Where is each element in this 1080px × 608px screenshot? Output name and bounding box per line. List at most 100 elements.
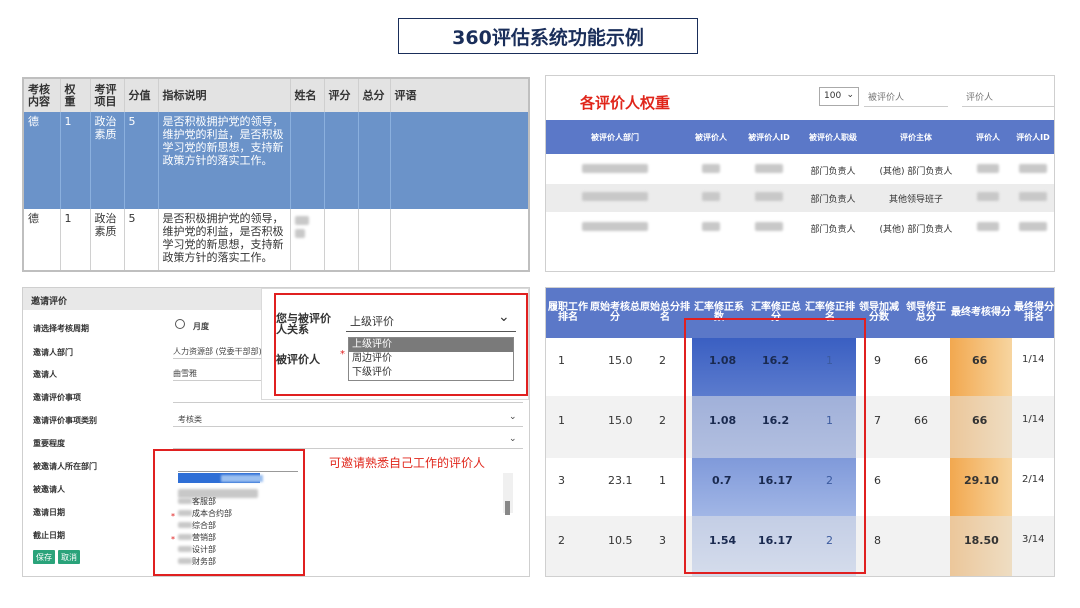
weights-heading: 各评价人权重 — [580, 94, 671, 112]
col-header-evaluatee-id[interactable]: 被评价人ID — [738, 132, 800, 143]
evaluator-search-input[interactable] — [962, 87, 1054, 107]
cell-comment[interactable] — [390, 112, 528, 209]
col-header-weight[interactable]: 权重 — [60, 79, 91, 112]
cell-score: 5 — [124, 112, 159, 209]
col-header-rating[interactable]: 评分 — [324, 79, 359, 112]
cell-rank: 部门负责人 — [810, 194, 856, 205]
table-row[interactable]: 部门负责人 (其他) 部门负责人 — [546, 156, 1054, 184]
cell-evaluatee-id — [738, 164, 800, 176]
cell-raw-total: 15.0 — [608, 414, 633, 427]
cell-total — [358, 112, 391, 209]
col-header-evaluator-id[interactable]: 评价人ID — [1010, 132, 1054, 143]
col-header-evaluator[interactable]: 评价人 — [966, 132, 1010, 143]
cell-evaluator-id — [1010, 164, 1054, 176]
evaluatee-search-input[interactable] — [864, 87, 948, 107]
matter-input[interactable] — [173, 402, 523, 403]
scoring-table-panel: 考核内容 权重 考评项目 分值 指标说明 姓名 评分 总分 评语 德 1 政治素… — [22, 77, 530, 272]
cell-final-score: 29.10 — [964, 474, 999, 487]
scoring-table: 考核内容 权重 考评项目 分值 指标说明 姓名 评分 总分 评语 德 1 政治素… — [24, 79, 528, 270]
annotation-text: 可邀请熟悉自己工作的评价人 — [329, 456, 486, 470]
cell-evaluator-id — [1010, 222, 1054, 234]
col-header-final-score[interactable]: 最终考核得分 — [950, 288, 1012, 338]
form-header: 邀请评价 — [23, 288, 263, 310]
cell-final-rank: 1/14 — [1022, 354, 1045, 365]
invite-evaluation-form: 邀请评价 请选择考核周期 邀请人部门 邀请人 邀请评价事项 邀请评价事项类别 重… — [22, 287, 530, 577]
col-header-score[interactable]: 分值 — [124, 79, 159, 112]
col-header-leader-total[interactable]: 领导修正总分 — [902, 288, 950, 338]
chevron-down-icon[interactable]: ⌄ — [509, 412, 517, 422]
col-header-duty-rank[interactable]: 履职工作排名 — [546, 288, 590, 338]
cancel-button[interactable]: 取消 — [58, 550, 80, 564]
col-header-evaluatee[interactable]: 被评价人 — [684, 132, 738, 143]
chevron-down-icon: ⌄ — [846, 90, 854, 100]
col-header-evaluatee-dept[interactable]: 被评价人部门 — [546, 132, 684, 143]
highlight-box-corrected — [684, 318, 866, 574]
cell-leader-adj: 6 — [874, 474, 881, 487]
cell-raw-rank: 3 — [659, 534, 666, 547]
col-header-total[interactable]: 总分 — [358, 79, 391, 112]
col-header-content[interactable]: 考核内容 — [24, 79, 61, 112]
cell-evaluatee — [684, 164, 738, 176]
cell-rating[interactable] — [324, 209, 359, 270]
cell-final-score: 18.50 — [964, 534, 999, 547]
cell-duty-rank: 3 — [558, 474, 565, 487]
cell-evaluatee-id — [738, 222, 800, 234]
highlight-box-relation — [274, 293, 528, 396]
col-header-final-rank[interactable]: 最终得分排名 — [1012, 288, 1054, 338]
cell-rank: 部门负责人 — [810, 166, 856, 177]
cell-duty-rank: 1 — [558, 414, 565, 427]
cell-leader-adj: 8 — [874, 534, 881, 547]
cell-raw-rank: 1 — [659, 474, 666, 487]
label-matter: 邀请评价事项 — [33, 393, 81, 402]
chevron-down-icon[interactable]: ⌄ — [509, 434, 517, 444]
page-size-select[interactable]: 100 ⌄ — [819, 87, 859, 106]
cell-duty-rank: 2 — [558, 534, 565, 547]
cell-weight: 1 — [60, 112, 91, 209]
cell-weight: 1 — [60, 209, 91, 270]
cell-name — [290, 209, 325, 270]
col-header-raw-rank[interactable]: 原始总分排名 — [640, 288, 690, 338]
cell-desc: 是否积极拥护党的领导，维护党的利益，是否积极学习党的新思想，支持新政策方针的落实… — [158, 112, 291, 209]
label-inviter: 邀请人 — [33, 370, 57, 379]
score-computation-panel: 履职工作排名 原始考核总分 原始总分排名 汇率修正系数 汇率修正总分 汇率修正排… — [545, 287, 1055, 577]
table-row[interactable]: 部门负责人 (其他) 部门负责人 — [546, 214, 1054, 242]
scrollbar-thumb[interactable] — [505, 501, 510, 515]
col-header-subject[interactable]: 评价主体 — [866, 132, 966, 143]
col-header-evaluatee-rank[interactable]: 被评价人职级 — [800, 132, 866, 143]
cell-raw-total: 10.5 — [608, 534, 633, 547]
cell-evaluator — [966, 222, 1010, 234]
cell-final-score: 66 — [972, 414, 988, 427]
evaluator-weights-panel: 各评价人权重 100 ⌄ 被评价人部门 被评价人 被评价人ID 被评价人职级 评… — [545, 75, 1055, 272]
cell-evaluatee — [684, 222, 738, 234]
col-header-name[interactable]: 姓名 — [290, 79, 325, 112]
cell-evaluator-id — [1010, 192, 1054, 204]
cell-content: 德 — [24, 209, 61, 270]
table-row[interactable]: 部门负责人 其他领导班子 — [546, 184, 1054, 212]
col-header-raw-total[interactable]: 原始考核总分 — [590, 288, 640, 338]
cell-name — [290, 112, 325, 209]
table-row-selected[interactable]: 德 1 政治素质 5 是否积极拥护党的领导，维护党的利益，是否积极学习党的新思想… — [24, 112, 528, 209]
cell-final-rank: 3/14 — [1022, 534, 1045, 545]
page-size-value: 100 — [824, 91, 842, 101]
label-importance: 重要程度 — [33, 439, 65, 448]
col-header-comment[interactable]: 评语 — [390, 79, 528, 112]
cell-final-rank: 2/14 — [1022, 474, 1045, 485]
cell-comment[interactable] — [390, 209, 528, 270]
cell-rating[interactable] — [324, 112, 359, 209]
cell-evaluator — [966, 164, 1010, 176]
period-radio[interactable] — [175, 319, 185, 329]
col-header-desc[interactable]: 指标说明 — [158, 79, 291, 112]
cell-subject: (其他) 部门负责人 — [879, 224, 953, 235]
label-invite-date: 邀请日期 — [33, 508, 65, 517]
weights-table-header: 被评价人部门 被评价人 被评价人ID 被评价人职级 评价主体 评价人 评价人ID — [546, 120, 1054, 154]
save-button[interactable]: 保存 — [33, 550, 55, 564]
cell-rank: 部门负责人 — [810, 224, 856, 235]
cell-leader-adj: 7 — [874, 414, 881, 427]
cell-leader-total: 66 — [914, 414, 928, 427]
table-row[interactable]: 德 1 政治素质 5 是否积极拥护党的领导，维护党的利益，是否积极学习党的新思想… — [24, 209, 528, 270]
col-header-item[interactable]: 考评项目 — [90, 79, 125, 112]
cell-final-rank: 1/14 — [1022, 414, 1045, 425]
cell-evaluatee-id — [738, 192, 800, 204]
label-inviter-dept: 邀请人部门 — [33, 348, 73, 357]
category-select-value[interactable]: 考核类 — [178, 414, 202, 425]
